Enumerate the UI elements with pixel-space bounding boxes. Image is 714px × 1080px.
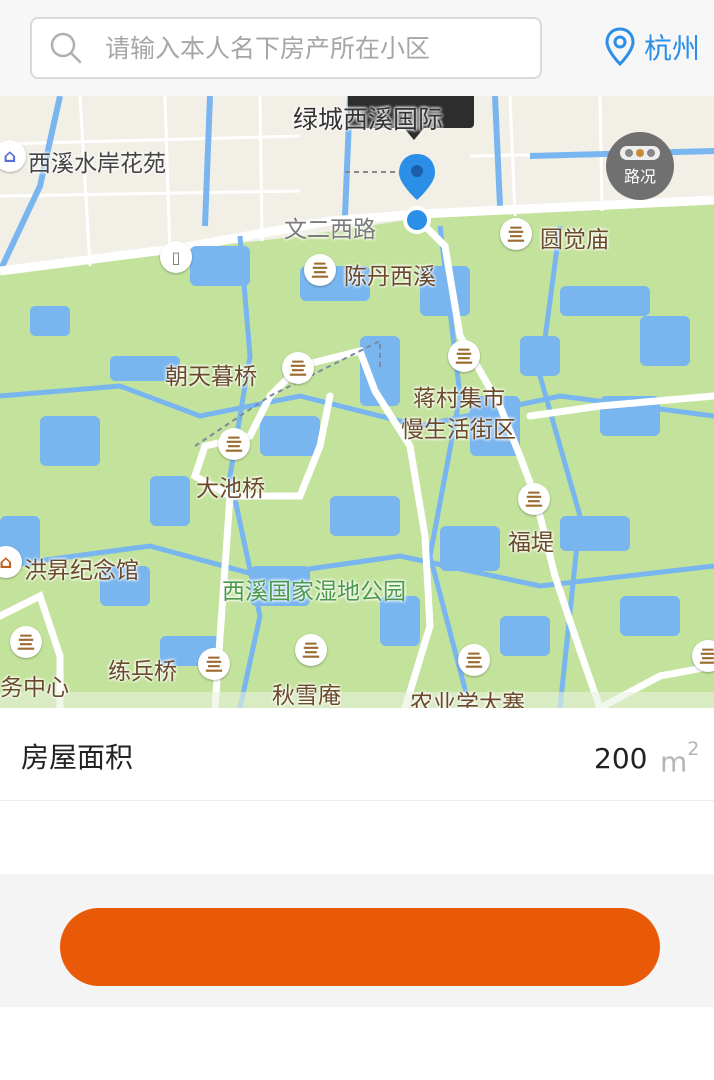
scenic-spot-icon: 亖 — [304, 254, 336, 286]
gate-icon: ▯ — [160, 241, 192, 273]
map-label-residence: 西溪水岸花苑 — [28, 151, 166, 177]
search-icon — [50, 32, 82, 64]
scenic-spot-icon: 亖 — [518, 483, 550, 515]
house-area-label: 房屋面积 — [21, 741, 134, 774]
map-label-chendan: 陈丹西溪 — [344, 264, 436, 290]
city-name: 杭州 — [644, 32, 701, 65]
area-unit-power: 2 — [687, 738, 700, 760]
city-selector[interactable]: 杭州 — [604, 24, 700, 70]
map-label-yuanjuemiao: 圆觉庙 — [540, 227, 609, 253]
house-area-unit: m2 — [660, 738, 699, 779]
temple-icon: 亖 — [500, 218, 532, 250]
map-label-jiangcun: 蒋村集市 — [413, 386, 505, 412]
scenic-spot-icon: 亖 — [10, 626, 42, 658]
scenic-spot-icon: 亖 — [458, 644, 490, 676]
map-label-service: 务中心 — [0, 675, 69, 701]
map-label-chaotian: 朝天暮桥 — [165, 364, 257, 390]
house-area-row[interactable]: 房屋面积 200 m2 — [0, 708, 714, 801]
map-label-lianbing: 练兵桥 — [108, 659, 177, 685]
map-view[interactable]: 绿城西溪国际 路况 ⌂ 西溪水岸花苑 文二西路 ▯ 亖 圆觉庙 亖 陈丹西溪 亖… — [0, 96, 714, 708]
traffic-button-label: 路况 — [623, 166, 656, 186]
map-marker-icon — [399, 154, 435, 234]
map-label-manshenghuo: 慢生活街区 — [401, 417, 516, 443]
traffic-light-icon — [620, 145, 660, 160]
scenic-spot-icon: 亖 — [282, 352, 314, 384]
scenic-spot-icon: 亖 — [198, 648, 230, 680]
map-label-dachi: 大池桥 — [196, 476, 265, 502]
scenic-spot-icon: 亖 — [295, 634, 327, 666]
search-box[interactable] — [30, 17, 542, 79]
traffic-button[interactable]: 路况 — [606, 132, 674, 200]
footer — [0, 874, 714, 1007]
selected-place-label: 绿城西溪国际 — [293, 105, 444, 134]
map-label-qiuxue: 秋雪庵 — [272, 683, 341, 708]
scenic-spot-icon: 亖 — [218, 428, 250, 460]
header: 杭州 — [0, 0, 714, 96]
submit-button[interactable] — [60, 908, 660, 986]
map-label-hongsheng: 洪昇纪念馆 — [24, 558, 139, 584]
location-pin-icon — [605, 27, 635, 67]
search-input[interactable] — [103, 32, 540, 64]
map-background — [0, 96, 714, 708]
map-label-park: 西溪国家湿地公园 — [222, 579, 406, 605]
map-label-road: 文二西路 — [284, 217, 376, 243]
map-label-futi: 福堤 — [508, 530, 554, 556]
area-unit-base: m — [660, 745, 688, 779]
scenic-spot-icon: 亖 — [448, 340, 480, 372]
house-area-value[interactable]: 200 — [594, 742, 647, 775]
map-label-nongye: 农业学大寨 — [410, 691, 525, 708]
